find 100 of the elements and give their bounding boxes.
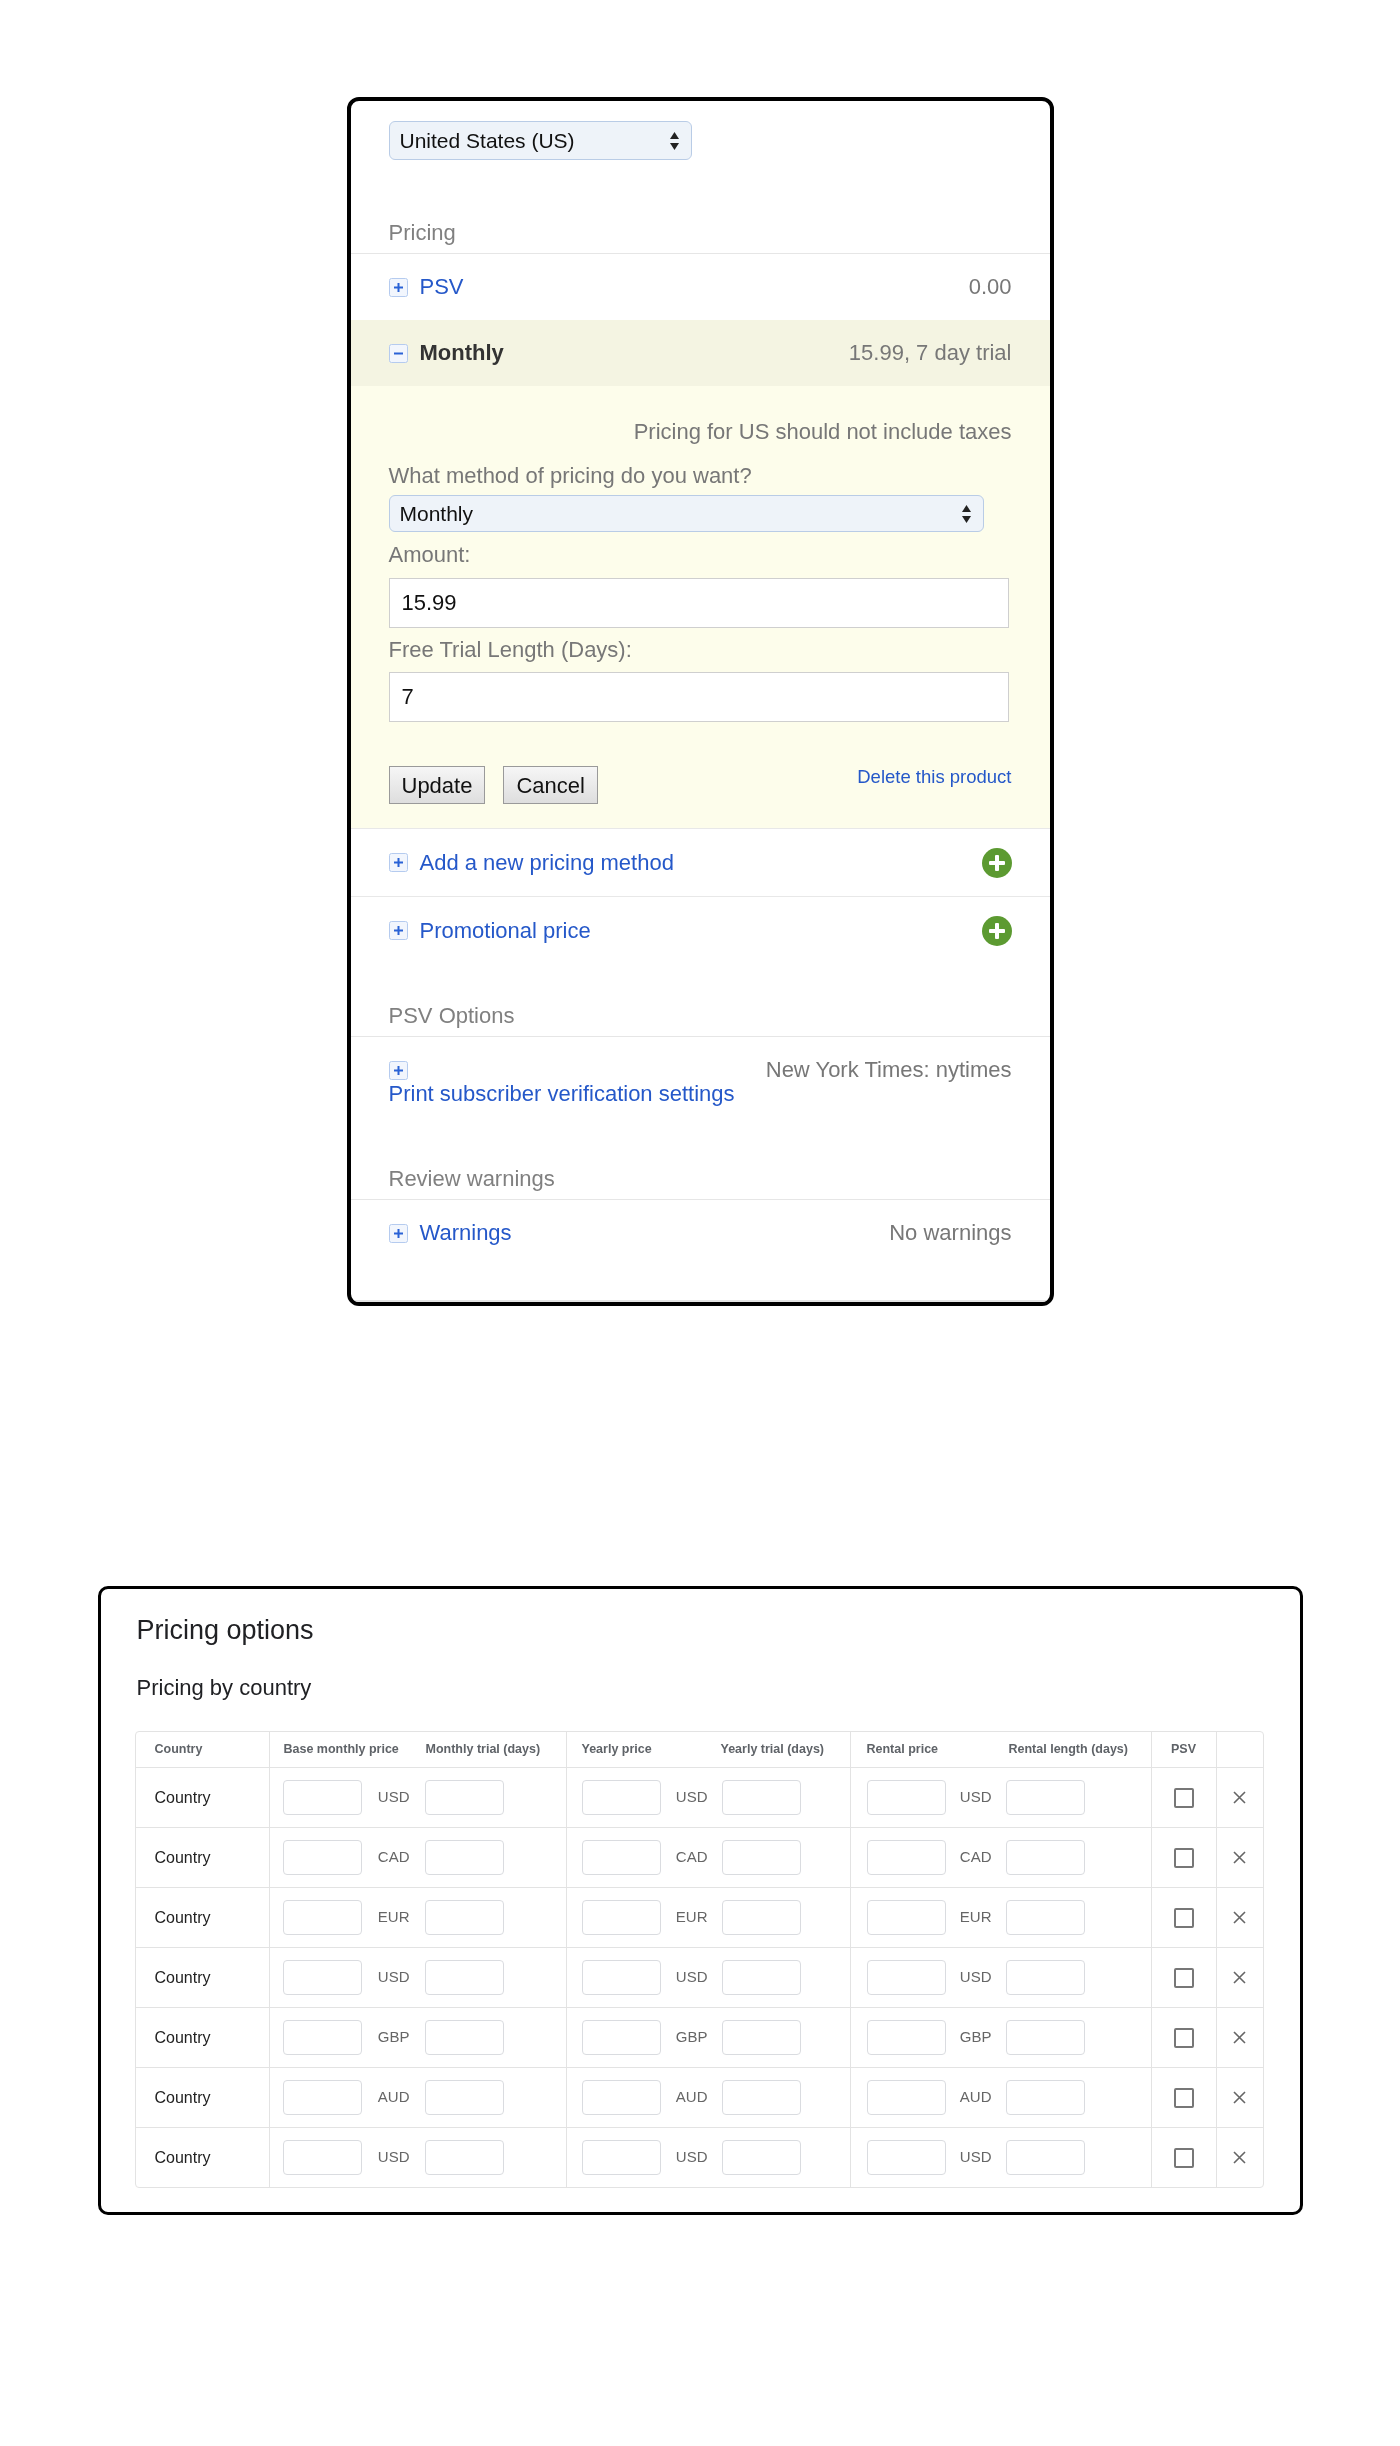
yearly-trial-input[interactable]: [721, 1960, 801, 1995]
monthly-trial-input[interactable]: [424, 2140, 504, 2175]
monthly-trial-input[interactable]: [424, 1780, 504, 1815]
psv-checkbox[interactable]: [1173, 1787, 1194, 1808]
psv-checkbox[interactable]: [1173, 1847, 1194, 1868]
yearly-trial-input[interactable]: [721, 1780, 801, 1815]
note-text: Pricing for US should not include taxes: [632, 419, 1012, 445]
rental-length-input[interactable]: [1005, 1840, 1085, 1875]
add-icon[interactable]: [981, 915, 1012, 946]
rental-length-input[interactable]: [1005, 2140, 1085, 2175]
monthly-trial-input[interactable]: [424, 1900, 504, 1935]
yearly-price-input[interactable]: [581, 2140, 661, 2175]
psv-checkbox[interactable]: [1173, 2027, 1194, 2048]
yearly-price-input[interactable]: [581, 1780, 661, 1815]
country-cell: Country: [135, 2068, 270, 2127]
method-select[interactable]: Monthly: [388, 495, 984, 532]
currency-label: EUR: [377, 1907, 410, 1928]
amount-input[interactable]: 15.99: [388, 578, 1009, 628]
yearly-price-input[interactable]: [581, 1900, 661, 1935]
currency-label: USD: [959, 1787, 992, 1808]
item-link[interactable]: Add a new pricing method: [419, 849, 674, 876]
psv-checkbox[interactable]: [1173, 2087, 1194, 2108]
psv-checkbox[interactable]: [1173, 1907, 1194, 1928]
monthly-trial-input[interactable]: [424, 2080, 504, 2115]
monthly-price-input[interactable]: [282, 2080, 362, 2115]
item-link[interactable]: Promotional price: [419, 917, 591, 944]
monthly-price-input[interactable]: [282, 1960, 362, 1995]
item-link[interactable]: PSV: [419, 274, 464, 300]
item-link[interactable]: Print subscriber verification settings: [388, 1081, 735, 1107]
plus-box-icon[interactable]: [388, 853, 408, 872]
up-down-arrow-icon: [961, 504, 971, 523]
currency-label: CAD: [675, 1847, 708, 1868]
summary-text: 0.00: [968, 274, 1012, 300]
plus-box-icon[interactable]: [388, 921, 408, 940]
plus-box-icon[interactable]: [388, 277, 408, 297]
monthly-price-input[interactable]: [282, 1780, 362, 1815]
currency-label: CAD: [377, 1847, 410, 1868]
psv-checkbox[interactable]: [1173, 2147, 1194, 2168]
yearly-price-input[interactable]: [581, 2020, 661, 2055]
currency-label: USD: [377, 1787, 410, 1808]
column-header: Rental length (days): [1000, 1732, 1152, 1767]
add-icon[interactable]: [981, 847, 1012, 878]
monthly-price-input[interactable]: [282, 1840, 362, 1875]
psv-checkbox[interactable]: [1173, 1967, 1194, 1988]
currency-label: AUD: [377, 2087, 410, 2108]
currency-label: EUR: [675, 1907, 708, 1928]
yearly-price-input[interactable]: [581, 1840, 661, 1875]
close-icon[interactable]: [1233, 2151, 1246, 2164]
yearly-trial-input[interactable]: [721, 2080, 801, 2115]
country-cell: Country: [135, 2128, 270, 2187]
rental-length-input[interactable]: [1005, 2020, 1085, 2055]
close-icon[interactable]: [1233, 1851, 1246, 1864]
update-button[interactable]: Update: [388, 766, 486, 804]
delete-link[interactable]: Delete this product: [857, 764, 1012, 790]
column-header: PSV: [1151, 1732, 1217, 1767]
close-icon[interactable]: [1233, 1971, 1246, 1984]
rental-price-input[interactable]: [866, 2080, 946, 2115]
close-icon[interactable]: [1233, 2031, 1246, 2044]
yearly-price-input[interactable]: [581, 1960, 661, 1995]
rental-length-input[interactable]: [1005, 2080, 1085, 2115]
column-header: Monthly trial (days): [416, 1732, 567, 1767]
yearly-trial-input[interactable]: [721, 2140, 801, 2175]
column-header: Yearly price: [580, 1741, 653, 1759]
monthly-trial-input[interactable]: [424, 1840, 504, 1875]
monthly-price-input[interactable]: [282, 2140, 362, 2175]
rental-price-input[interactable]: [866, 1900, 946, 1935]
trial-length-input[interactable]: 7: [388, 672, 1009, 722]
country-select[interactable]: United States (US): [388, 121, 692, 160]
close-icon[interactable]: [1233, 1791, 1246, 1804]
rental-length-input[interactable]: [1005, 1780, 1085, 1815]
rental-price-input[interactable]: [866, 1780, 946, 1815]
rental-price-input[interactable]: [866, 1960, 946, 1995]
rental-length-input[interactable]: [1005, 1960, 1085, 1995]
item-title[interactable]: Monthly: [419, 340, 504, 366]
currency-label: AUD: [959, 2087, 992, 2108]
currency-label: CAD: [959, 1847, 992, 1868]
monthly-price-input[interactable]: [282, 2020, 362, 2055]
rental-length-input[interactable]: [1005, 1900, 1085, 1935]
monthly-trial-input[interactable]: [424, 1960, 504, 1995]
rental-price-input[interactable]: [866, 2140, 946, 2175]
yearly-trial-input[interactable]: [721, 2020, 801, 2055]
monthly-price-input[interactable]: [282, 1900, 362, 1935]
close-icon[interactable]: [1233, 1911, 1246, 1924]
monthly-trial-input[interactable]: [424, 2020, 504, 2055]
country-cell: Country: [135, 1768, 270, 1827]
rental-price-input[interactable]: [866, 1840, 946, 1875]
cancel-button[interactable]: Cancel: [503, 766, 598, 804]
country-cell: Country: [135, 1828, 270, 1887]
yearly-price-input[interactable]: [581, 2080, 661, 2115]
yearly-trial-input[interactable]: [721, 1900, 801, 1935]
close-icon[interactable]: [1233, 2091, 1246, 2104]
plus-box-icon[interactable]: [388, 1061, 408, 1080]
plus-box-icon[interactable]: [388, 1223, 408, 1243]
country-cell: Country: [135, 2008, 270, 2067]
currency-label: USD: [959, 1967, 992, 1988]
yearly-trial-input[interactable]: [721, 1840, 801, 1875]
item-link[interactable]: Warnings: [419, 1220, 512, 1246]
currency-label: EUR: [959, 1907, 992, 1928]
minus-box-icon[interactable]: [388, 343, 408, 363]
rental-price-input[interactable]: [866, 2020, 946, 2055]
